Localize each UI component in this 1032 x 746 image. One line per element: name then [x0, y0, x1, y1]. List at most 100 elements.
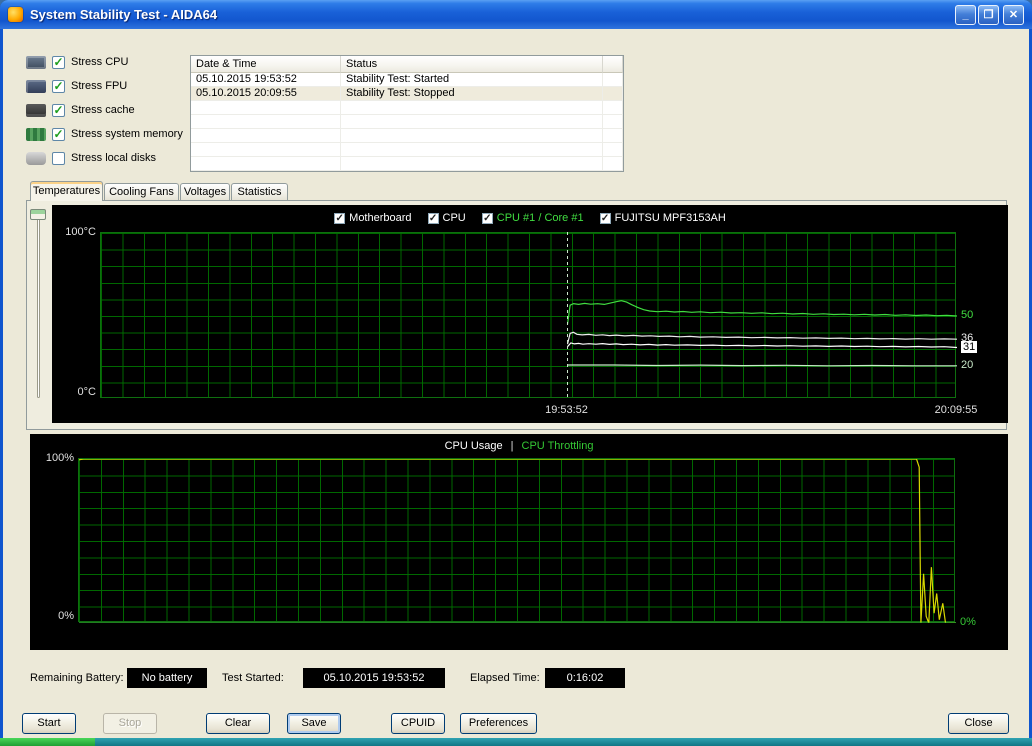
table-row-empty — [191, 115, 623, 129]
disk-icon — [26, 151, 46, 165]
stress-fpu-checkbox[interactable] — [52, 79, 65, 93]
column-header-datetime[interactable]: Date & Time — [191, 56, 341, 73]
table-row-empty — [191, 129, 623, 143]
chart-scale-slider-thumb[interactable] — [30, 209, 46, 220]
title-bar[interactable]: System Stability Test - AIDA64 _ ❐ ✕ — [0, 0, 1032, 29]
table-row-empty — [191, 101, 623, 115]
chart-legend: Motherboard CPU CPU #1 / Core #1 FUJITSU… — [52, 212, 1008, 224]
legend-label: FUJITSU MPF3153AH — [614, 212, 726, 224]
elapsed-time-value: 0:16:02 — [545, 668, 625, 688]
stress-disks-checkbox[interactable] — [52, 151, 65, 165]
legend-item-cpu[interactable]: CPU — [427, 212, 466, 224]
series-line — [566, 331, 957, 345]
elapsed-time-label: Elapsed Time: — [470, 672, 540, 684]
usage-chart-title: CPU Usage | CPU Throttling — [30, 440, 1008, 452]
restore-button[interactable]: ❐ — [978, 5, 999, 25]
test-start-marker — [566, 232, 568, 398]
memory-icon — [26, 127, 46, 141]
window-title: System Stability Test - AIDA64 — [30, 7, 218, 22]
battery-value: No battery — [127, 668, 207, 688]
tab-temperatures[interactable]: Temperatures — [30, 181, 103, 201]
usage-title-cpu-usage: CPU Usage — [444, 440, 503, 452]
table-row[interactable]: 05.10.2015 20:09:55 Stability Test: Stop… — [191, 87, 623, 101]
close-button[interactable]: Close — [948, 713, 1009, 734]
y-axis-min-label: 0% — [58, 610, 74, 622]
cpu-usage-plot — [78, 458, 956, 623]
legend-label: CPU #1 / Core #1 — [496, 212, 584, 224]
chart-scale-slider[interactable] — [37, 210, 40, 398]
log-datetime: 05.10.2015 20:09:55 — [191, 87, 341, 100]
series-line — [567, 364, 957, 367]
stress-cache-row: Stress cache — [26, 102, 135, 118]
tab-statistics[interactable]: Statistics — [231, 183, 288, 200]
table-row-empty — [191, 157, 623, 171]
footer-strip-green — [0, 738, 95, 746]
series-current-value: 20 — [961, 358, 974, 371]
usage-title-separator: | — [510, 440, 514, 452]
log-datetime: 05.10.2015 19:53:52 — [191, 73, 341, 86]
x-axis-label: 19:53:52 — [545, 404, 588, 416]
stress-cpu-checkbox[interactable] — [52, 55, 65, 69]
series-line — [79, 459, 956, 623]
series-current-value: 36 — [961, 332, 974, 345]
test-log-table: Date & Time Status 05.10.2015 19:53:52 S… — [190, 55, 624, 172]
stress-memory-label: Stress system memory — [71, 128, 183, 140]
app-icon — [8, 7, 23, 22]
stress-cpu-row: Stress CPU — [26, 54, 128, 70]
series-current-value: 0% — [960, 616, 976, 628]
legend-label: Motherboard — [349, 212, 412, 224]
legend-item-motherboard[interactable]: Motherboard — [334, 212, 412, 224]
x-axis-label: 20:09:55 — [934, 404, 978, 416]
column-header-spacer — [603, 56, 623, 73]
save-button[interactable]: Save — [287, 713, 341, 734]
series-current-value: 50 — [961, 309, 974, 321]
app-window: System Stability Test - AIDA64 _ ❐ ✕ Str… — [0, 0, 1032, 746]
cpu-icon — [26, 55, 46, 69]
log-status: Stability Test: Stopped — [341, 87, 603, 100]
start-button[interactable]: Start — [22, 713, 76, 734]
stress-memory-row: Stress system memory — [26, 126, 183, 142]
stress-cache-label: Stress cache — [71, 104, 135, 116]
preferences-button[interactable]: Preferences — [460, 713, 537, 734]
y-axis-min-label: 0°C — [77, 386, 96, 398]
legend-checkbox[interactable] — [427, 212, 439, 224]
tab-cooling-fans[interactable]: Cooling Fans — [104, 183, 179, 200]
y-axis-max-label: 100°C — [65, 226, 96, 238]
clear-button[interactable]: Clear — [206, 713, 270, 734]
series-line — [566, 300, 957, 325]
y-axis-max-label: 100% — [45, 452, 74, 464]
table-row[interactable]: 05.10.2015 19:53:52 Stability Test: Star… — [191, 73, 623, 87]
legend-label: CPU — [442, 212, 466, 224]
legend-item-disk[interactable]: FUJITSU MPF3153AH — [599, 212, 726, 224]
legend-checkbox[interactable] — [481, 212, 493, 224]
tab-voltages[interactable]: Voltages — [180, 183, 230, 200]
temperature-plot — [100, 232, 957, 398]
stress-fpu-row: Stress FPU — [26, 78, 127, 94]
stress-memory-checkbox[interactable] — [52, 127, 65, 141]
stop-button: Stop — [103, 713, 157, 734]
battery-label: Remaining Battery: — [30, 672, 124, 684]
column-header-status[interactable]: Status — [341, 56, 603, 73]
table-row-empty — [191, 143, 623, 157]
minimize-button[interactable]: _ — [955, 5, 976, 25]
cache-icon — [26, 103, 46, 117]
stress-fpu-label: Stress FPU — [71, 80, 128, 92]
close-window-button[interactable]: ✕ — [1003, 5, 1024, 25]
legend-checkbox[interactable] — [599, 212, 611, 224]
test-started-value: 05.10.2015 19:53:52 — [303, 668, 445, 688]
log-status: Stability Test: Started — [341, 73, 603, 86]
stress-disks-label: Stress local disks — [71, 152, 156, 164]
legend-checkbox[interactable] — [334, 212, 346, 224]
series-line — [567, 342, 957, 349]
footer-strip-teal — [95, 738, 1032, 746]
fpu-icon — [26, 79, 46, 93]
stress-cpu-label: Stress CPU — [71, 56, 129, 68]
stress-cache-checkbox[interactable] — [52, 103, 65, 117]
legend-item-core1[interactable]: CPU #1 / Core #1 — [481, 212, 584, 224]
cpuid-button[interactable]: CPUID — [391, 713, 445, 734]
temperature-chart: Motherboard CPU CPU #1 / Core #1 FUJITSU… — [52, 205, 1008, 423]
stress-disks-row: Stress local disks — [26, 150, 156, 166]
temperature-series-svg — [566, 300, 957, 367]
table-header: Date & Time Status — [191, 56, 623, 73]
test-started-label: Test Started: — [222, 672, 284, 684]
